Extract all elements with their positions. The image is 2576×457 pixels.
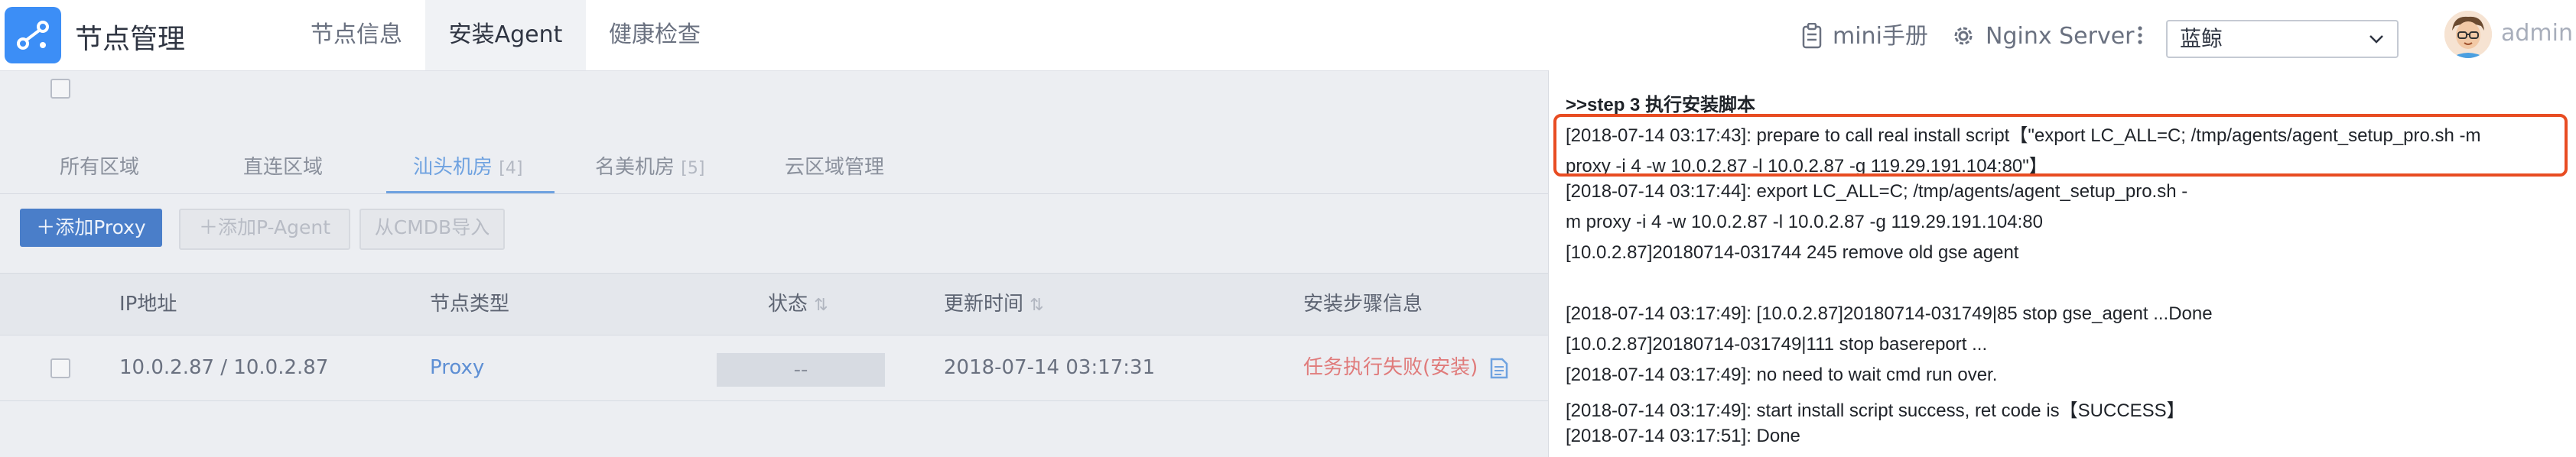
log-line: [2018-07-14 03:17:49]: no need to wait c… bbox=[1566, 365, 1998, 385]
region-tab-direct[interactable]: 直连区域 bbox=[243, 144, 323, 190]
region-tab-mingmei[interactable]: 名美机房 [5] bbox=[595, 144, 704, 190]
log-line: [2018-07-14 03:17:49]: [10.0.2.87]201807… bbox=[1566, 303, 2213, 324]
tabs-divider bbox=[0, 193, 1553, 194]
column-header-updated-label: 更新时间 bbox=[944, 293, 1024, 316]
region-tab-count: [5] bbox=[681, 159, 705, 178]
more-menu[interactable] bbox=[2137, 0, 2146, 70]
row-updated: 2018-07-14 03:17:31 bbox=[944, 356, 1156, 379]
region-select[interactable]: 蓝鲸 bbox=[2166, 20, 2399, 58]
region-tab-label: 汕头机房 bbox=[413, 156, 493, 179]
region-tab-shantou[interactable]: 汕头机房 [4] bbox=[413, 144, 522, 190]
log-step-title: >>step 3 执行安装脚本 bbox=[1566, 95, 1756, 115]
app-title: 节点管理 bbox=[75, 23, 186, 54]
avatar[interactable] bbox=[2444, 11, 2492, 58]
sort-icon: ⇅ bbox=[814, 296, 828, 315]
nav-tab-install-agent[interactable]: 安装Agent bbox=[425, 0, 586, 70]
column-header-status-label: 状态 bbox=[768, 293, 808, 316]
add-proxy-button[interactable]: ＋添加Proxy bbox=[20, 209, 162, 247]
nav-tab-node-info[interactable]: 节点信息 bbox=[288, 0, 425, 70]
region-select-value: 蓝鲸 bbox=[2180, 26, 2223, 51]
region-tab-label: 名美机房 bbox=[595, 156, 675, 179]
log-line: [10.0.2.87]20180714-031744 245 remove ol… bbox=[1566, 242, 2019, 263]
column-header-type: 节点类型 bbox=[430, 293, 510, 316]
log-line: [2018-07-14 03:17:51]: Done bbox=[1566, 426, 1800, 446]
log-line: [2018-07-14 03:17:49]: start install scr… bbox=[1566, 400, 2185, 421]
row-type-link[interactable]: Proxy bbox=[430, 335, 484, 400]
clipboard-icon bbox=[1802, 23, 1822, 49]
log-line: [2018-07-14 03:17:44]: export LC_ALL=C; … bbox=[1566, 181, 2188, 202]
table-row[interactable]: 10.0.2.87 / 10.0.2.87 Proxy -- 2018-07-1… bbox=[0, 335, 1553, 401]
region-tab-cloud-manage[interactable]: 云区域管理 bbox=[785, 144, 884, 190]
row-ip: 10.0.2.87 / 10.0.2.87 bbox=[119, 356, 329, 379]
log-document-icon[interactable] bbox=[1490, 358, 1508, 379]
column-header-updated[interactable]: 更新时间 ⇅ bbox=[944, 274, 1044, 335]
nav-tab-health-check[interactable]: 健康检查 bbox=[586, 0, 724, 70]
region-tab-all[interactable]: 所有区域 bbox=[60, 144, 139, 190]
sort-icon: ⇅ bbox=[1029, 296, 1044, 315]
select-all-checkbox[interactable] bbox=[50, 79, 70, 99]
log-line: [10.0.2.87]20180714-031749|111 stop base… bbox=[1566, 334, 1988, 355]
row-checkbox[interactable] bbox=[50, 358, 70, 378]
nodes-logo-icon bbox=[17, 21, 49, 50]
top-navbar: 节点管理 节点信息 安装Agent 健康检查 mini手册 Nginx Serv… bbox=[0, 0, 2576, 71]
region-tab-label: 云区域管理 bbox=[785, 156, 885, 179]
chevron-down-icon bbox=[2369, 35, 2383, 44]
column-header-step-info: 安装步骤信息 bbox=[1303, 293, 1423, 316]
row-status: -- bbox=[717, 353, 885, 387]
user-avatar-icon bbox=[2444, 11, 2492, 58]
region-tab-label: 所有区域 bbox=[60, 156, 140, 179]
region-tab-label: 直连区域 bbox=[243, 156, 324, 179]
app-logo[interactable] bbox=[5, 7, 61, 63]
highlight-annotation-box bbox=[1553, 114, 2568, 177]
column-header-ip: IP地址 bbox=[119, 293, 177, 316]
import-cmdb-button[interactable]: 从CMDB导入 bbox=[359, 209, 505, 250]
table-header: IP地址 节点类型 状态 ⇅ 更新时间 ⇅ 安装步骤信息 bbox=[0, 79, 1553, 335]
user-name[interactable]: admin bbox=[2501, 20, 2573, 47]
nginx-server-label: Nginx Server bbox=[1986, 23, 2135, 50]
gear-icon bbox=[1954, 27, 1973, 45]
vertical-dots-icon bbox=[2138, 26, 2142, 44]
row-step-info[interactable]: 任务执行失败(安装) bbox=[1303, 335, 1478, 400]
region-tab-count: [4] bbox=[499, 159, 523, 178]
add-p-agent-button[interactable]: ＋添加P-Agent bbox=[179, 209, 350, 250]
manual-label: mini手册 bbox=[1833, 23, 1928, 50]
log-line: m proxy -i 4 -w 10.0.2.87 -l 10.0.2.87 -… bbox=[1566, 212, 2043, 232]
column-header-status[interactable]: 状态 ⇅ bbox=[768, 274, 828, 335]
active-tab-indicator bbox=[386, 191, 555, 193]
